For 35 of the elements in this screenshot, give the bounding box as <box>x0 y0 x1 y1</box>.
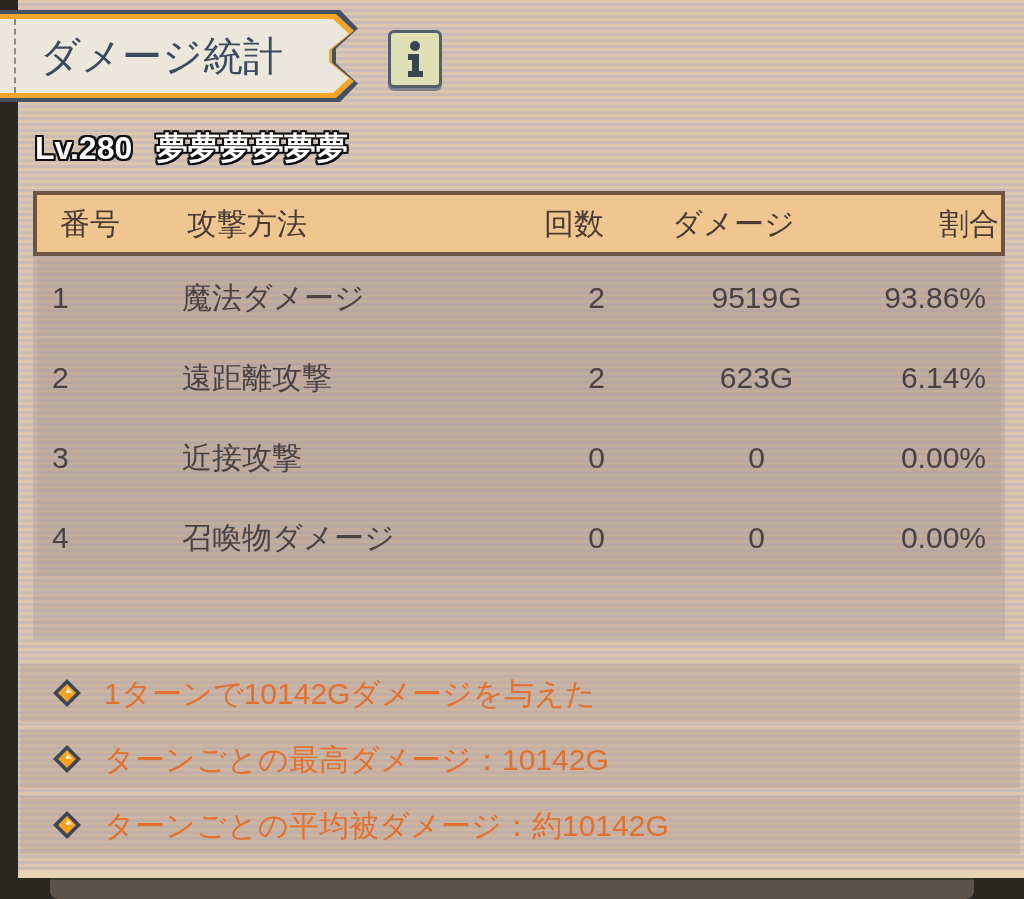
table-cell-text: 93.86% <box>883 279 987 316</box>
table-cell-text: 召喚物ダメージ <box>182 519 396 556</box>
diamond-icon <box>52 810 82 840</box>
diamond-icon <box>52 678 82 708</box>
summary-text: 1ターンで10142Gダメージを与えた <box>104 675 597 712</box>
table-cell-text: 2 <box>51 359 70 396</box>
table-cell-text: 遠距離攻撃 <box>182 359 333 396</box>
column-header: 割合 <box>938 206 1000 242</box>
table-cell-text: 3 <box>51 439 70 476</box>
column-header: 番号 <box>59 206 121 242</box>
table-cell-text: 2 <box>587 359 606 396</box>
table-cell-text: 623G <box>718 359 795 396</box>
column-header: ダメージ <box>671 206 796 242</box>
table-cell-text: 1 <box>51 279 70 316</box>
table-cell-text: 0 <box>747 519 766 556</box>
summary-text: ターンごとの平均被ダメージ：約10142G <box>104 807 669 844</box>
player-level: Lv.280 <box>35 129 133 168</box>
table-cell-text: 0.00% <box>899 439 987 476</box>
table-cell-text: 0 <box>587 439 606 476</box>
table-cell-text: 6.14% <box>899 359 987 396</box>
column-header: 攻撃方法 <box>186 206 308 242</box>
player-name: 夢夢夢夢夢夢 <box>156 129 349 168</box>
table-cell-text: 0 <box>747 439 766 476</box>
summary-text: ターンごとの最高ダメージ：10142G <box>104 741 609 778</box>
table-cell-text: 近接攻撃 <box>182 439 303 476</box>
column-header: 回数 <box>544 206 605 242</box>
table-cell-text: 魔法ダメージ <box>182 279 366 316</box>
panel-title: ダメージ統計 <box>40 36 283 76</box>
table-cell-text: 2 <box>587 279 606 316</box>
table-cell-text: 9519G <box>710 279 803 316</box>
info-button[interactable] <box>388 30 442 88</box>
table-cell-text: 4 <box>51 519 70 556</box>
table-cell-text: 0.00% <box>899 519 987 556</box>
table-cell-text: 0 <box>587 519 606 556</box>
diamond-icon <box>52 744 82 774</box>
